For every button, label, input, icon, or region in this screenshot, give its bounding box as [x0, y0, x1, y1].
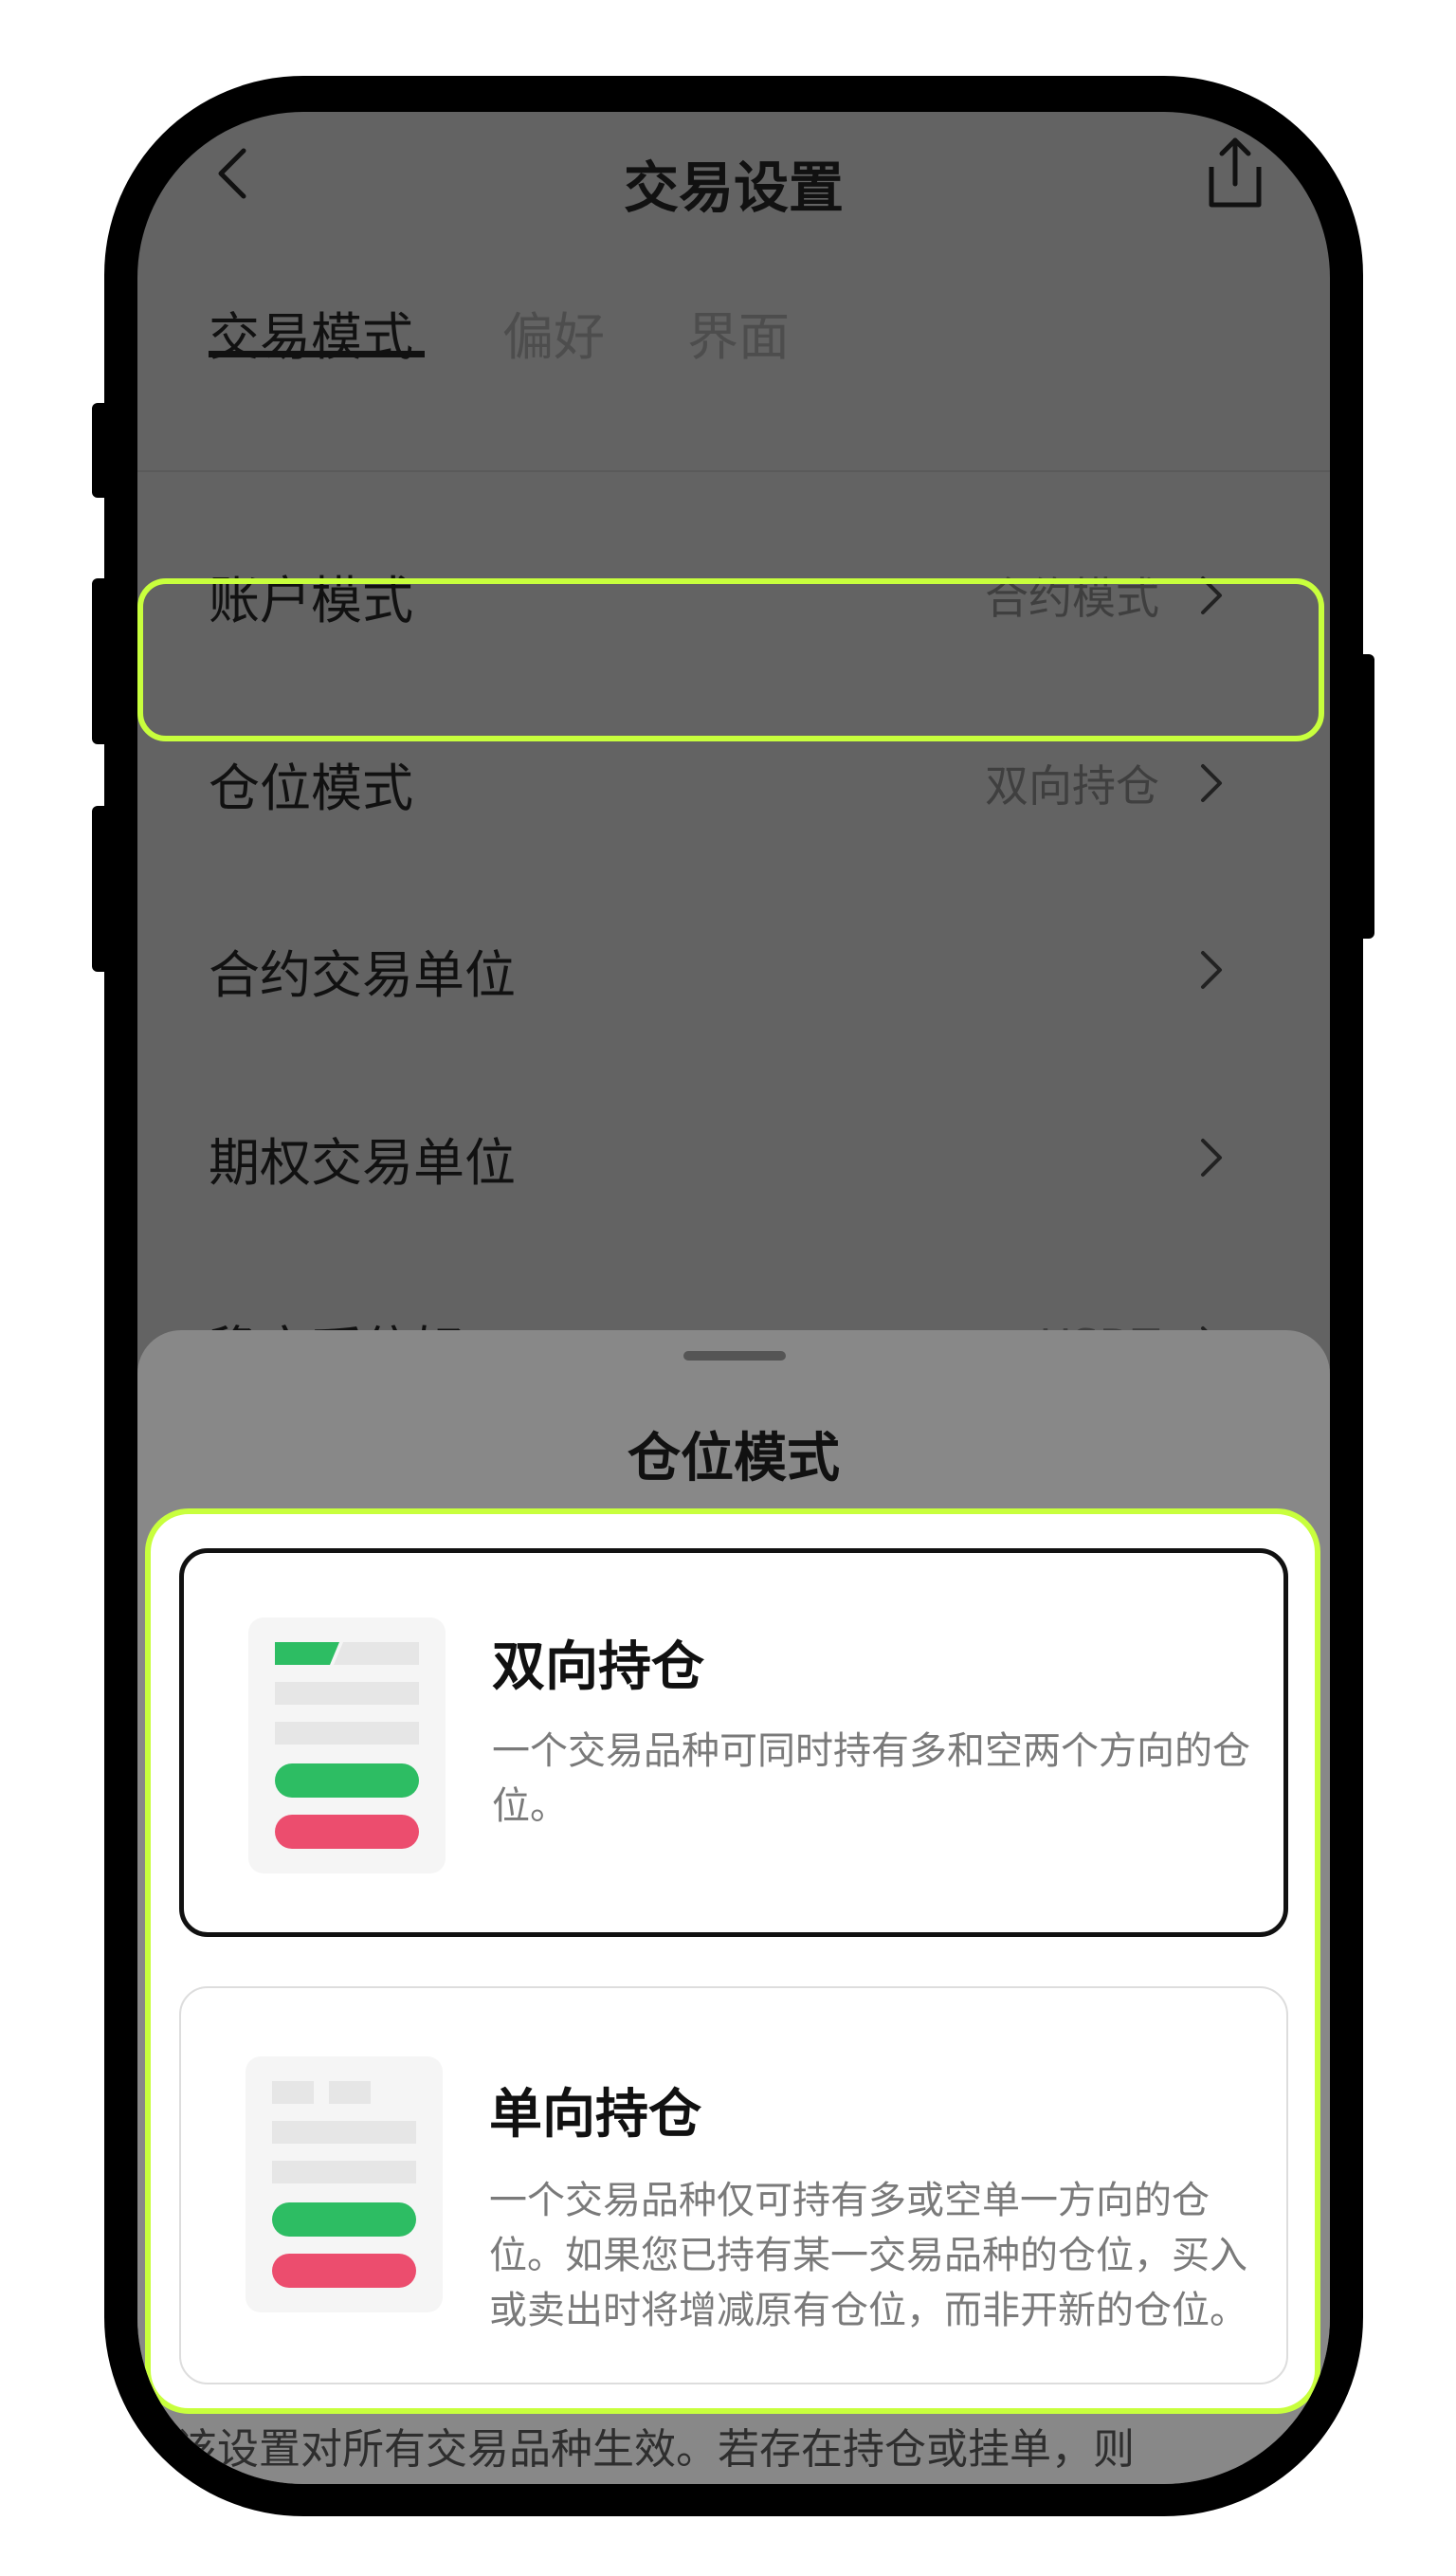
- option-card-hedge-mode[interactable]: 双向持仓 一个交易品种可同时持有多和空两个方向的仓位。: [179, 1548, 1288, 1937]
- side-button-volume-down: [92, 806, 111, 972]
- option-description: 一个交易品种可同时持有多和空两个方向的仓位。: [492, 1729, 1250, 1828]
- app-header: 交易设置: [137, 112, 1330, 254]
- setting-row-options-unit[interactable]: 期权交易单位: [137, 1068, 1330, 1248]
- tabs-divider: [137, 470, 1330, 472]
- sheet-footer-note: 该设置对所有交易品种生效。若存在持仓或挂单，则: [175, 2425, 1135, 2474]
- share-icon: [1209, 137, 1262, 208]
- options-highlight: 双向持仓 一个交易品种可同时持有多和空两个方向的仓位。 单向持仓 一个交易品种仅…: [145, 1508, 1320, 2414]
- tab-interface[interactable]: 界面: [687, 264, 790, 401]
- tab-preferences[interactable]: 偏好: [502, 264, 605, 401]
- setting-label: 合约交易单位: [209, 944, 516, 1005]
- option-card-one-way-mode[interactable]: 单向持仓 一个交易品种仅可持有多或空单一方向的仓位。如果您已持有某一交易品种的仓…: [179, 1986, 1288, 2384]
- settings-tabs: 交易模式 偏好 界面: [209, 264, 1251, 406]
- chevron-right-icon: [1197, 880, 1235, 1060]
- side-button-mute: [92, 403, 111, 498]
- option-title: 双向持仓: [492, 1636, 704, 1698]
- page-title: 交易设置: [623, 155, 844, 220]
- phone-screen: 交易设置 交易模式 偏好 界面 账户模式 合约模式 仓位模式 双向持仓 合约交易: [137, 112, 1330, 2484]
- side-button-volume-up: [92, 578, 111, 744]
- position-mode-highlight: [137, 578, 1324, 741]
- option-title: 单向持仓: [489, 2084, 701, 2146]
- setting-row-contract-unit[interactable]: 合约交易单位: [137, 880, 1330, 1060]
- active-tab-indicator: [209, 351, 425, 357]
- position-mode-sheet: 仓位模式 双向持仓 一个交易品种可同时持有多和空两个方向的仓位。 单向持仓 一个…: [137, 1330, 1330, 2484]
- hedge-mode-illustration-icon: [248, 1617, 446, 1873]
- sheet-title: 仓位模式: [628, 1427, 840, 1489]
- sheet-drag-handle[interactable]: [683, 1351, 786, 1361]
- chevron-right-icon: [1197, 1068, 1235, 1248]
- tab-trading-mode[interactable]: 交易模式: [209, 264, 413, 401]
- setting-label: 期权交易单位: [209, 1132, 516, 1193]
- one-way-mode-illustration-icon: [246, 2056, 443, 2312]
- share-button[interactable]: [1197, 129, 1273, 214]
- side-button-power: [1356, 654, 1374, 939]
- option-description: 一个交易品种仅可持有多或空单一方向的仓位。如果您已持有某一交易品种的仓位，买入或…: [489, 2179, 1247, 2332]
